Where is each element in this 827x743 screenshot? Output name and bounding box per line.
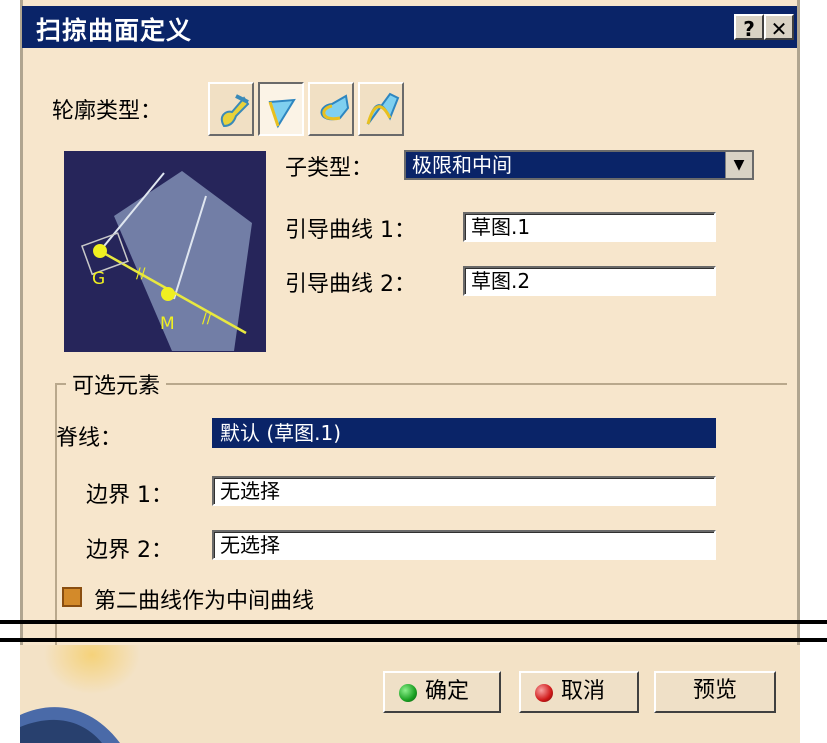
boundary-2-field[interactable]: 无选择: [212, 530, 716, 560]
second-curve-middle-label: 第二曲线作为中间曲线: [94, 589, 315, 614]
explicit-profile-icon: [220, 94, 250, 128]
preview-button-label: 预览: [692, 678, 737, 703]
cancel-button-label: 取消: [561, 679, 606, 704]
profile-type-explicit[interactable]: [208, 82, 254, 136]
red-light-icon: [535, 684, 553, 702]
separator-top: [0, 620, 827, 624]
guide-curve-1-label: 引导曲线 1：: [285, 218, 416, 243]
svg-text://: //: [136, 266, 146, 282]
close-button[interactable]: ✕: [764, 14, 794, 41]
chevron-down-icon[interactable]: ▼: [725, 152, 752, 178]
guide-curve-2-label: 引导曲线 2：: [285, 272, 416, 297]
subtype-value: 极限和中间: [412, 153, 512, 177]
second-curve-middle-checkbox[interactable]: [62, 587, 82, 607]
profile-type-line[interactable]: [258, 82, 304, 136]
dialog-title: 扫掠曲面定义: [36, 16, 193, 45]
profile-type-circle[interactable]: [308, 82, 354, 136]
boundary-1-label: 边界 1：: [86, 483, 173, 508]
boundary-1-field[interactable]: 无选择: [212, 476, 716, 506]
dialog-right-border: [797, 0, 800, 743]
sweep-preview-image: // // G M: [64, 151, 266, 352]
circle-profile-icon: [320, 94, 350, 121]
ok-button-label: 确定: [425, 679, 470, 704]
guide-curve-2-field[interactable]: 草图.2: [463, 266, 716, 296]
subtype-label: 子类型：: [285, 156, 374, 181]
preview-label-g: G: [92, 269, 105, 289]
profile-type-label: 轮廓类型：: [52, 99, 163, 124]
profile-type-conic[interactable]: [358, 82, 404, 136]
help-button[interactable]: ?: [734, 14, 764, 41]
catia-logo-icon: [20, 645, 140, 743]
svg-text://: //: [202, 311, 212, 327]
optional-elements-title: 可选元素: [66, 368, 167, 400]
preview-label-m: M: [160, 314, 175, 334]
spine-field[interactable]: 默认 (草图.1): [212, 418, 716, 448]
sweep-preview-diagram: // // G M: [80, 171, 252, 351]
boundary-2-label: 边界 2：: [86, 538, 173, 563]
title-bar: 扫掠曲面定义 ? ✕: [22, 6, 797, 48]
ok-button[interactable]: 确定: [383, 671, 501, 713]
preview-button[interactable]: 预览: [654, 671, 776, 713]
conic-profile-icon: [366, 92, 400, 125]
spine-label: 脊线：: [56, 426, 123, 451]
cancel-button[interactable]: 取消: [519, 671, 639, 713]
line-profile-icon: [268, 98, 296, 129]
guide-curve-1-field[interactable]: 草图.1: [463, 212, 716, 242]
separator-bottom: [0, 638, 827, 642]
subtype-select[interactable]: 极限和中间 ▼: [404, 150, 754, 180]
green-light-icon: [399, 684, 417, 702]
dialog-left-border: [20, 0, 23, 743]
